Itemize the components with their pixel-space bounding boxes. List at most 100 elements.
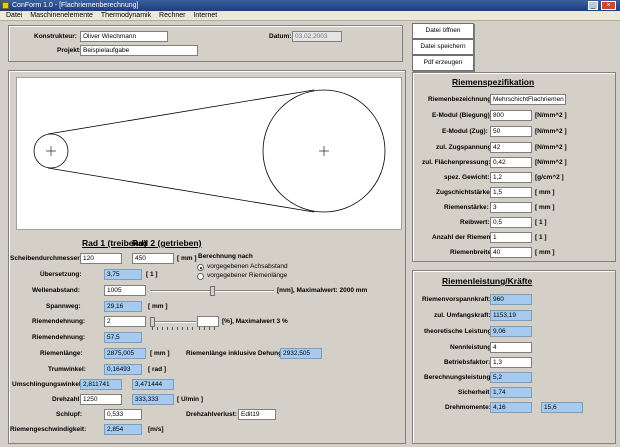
- anzahl-input[interactable]: 1: [490, 232, 532, 243]
- d-unit: [ mm ]: [177, 255, 197, 262]
- bezeichnung-input[interactable]: MehrschichtFlachriemen (: [490, 94, 566, 105]
- theor-value: 9,06: [490, 326, 532, 337]
- vorspann-value: 960: [490, 294, 532, 305]
- datum-input[interactable]: 03.02.2003: [292, 31, 342, 42]
- drehzahl-2: 333,333: [132, 394, 174, 405]
- close-button[interactable]: ×: [601, 1, 616, 10]
- berechnung-label: Berechnung nach: [198, 253, 253, 260]
- zugschicht-input[interactable]: 1,5: [490, 187, 532, 198]
- spannweg-unit: [ mm ]: [148, 303, 168, 310]
- nenn-input[interactable]: 4: [490, 342, 532, 353]
- riemendehnung-decimal[interactable]: [197, 316, 219, 327]
- flaechenpressung-unit: [N/mm^2 ]: [535, 159, 567, 166]
- gewicht-label: spez. Gewicht:: [444, 174, 490, 181]
- emodul-biegung-unit: [N/mm^2 ]: [535, 112, 567, 119]
- flaechenpressung-input[interactable]: 0,42: [490, 157, 532, 168]
- konstrukteur-input[interactable]: Oliver Wiechmann: [80, 31, 168, 42]
- drehzahl-1-input[interactable]: 1250: [80, 394, 122, 405]
- emodul-zug-unit: [N/mm^2 ]: [535, 128, 567, 135]
- rad2-header: Rad 2 (getrieben): [132, 238, 202, 248]
- emodul-zug-label: E-Modul (Zug):: [442, 128, 488, 135]
- drehmoment-label: Drehmomente:: [445, 404, 491, 411]
- gewicht-input[interactable]: 1,2: [490, 172, 532, 183]
- riemendehnung-label: Riemendehnung:: [32, 318, 86, 325]
- zugspannung-label: zul. Zugspannung:: [436, 144, 494, 151]
- d2-input[interactable]: 450: [132, 253, 174, 264]
- umfang-value: 1153,19: [490, 310, 532, 321]
- geschwindigkeit-label: Riemengeschwindigkeit:: [10, 426, 87, 433]
- drehzahl-unit: [ U/min ]: [177, 396, 203, 403]
- zugschicht-unit: [ mm ]: [535, 189, 555, 196]
- betrieb-input[interactable]: 1,3: [490, 357, 532, 368]
- radio-riemenlaenge-label: vorgegebener Riemenlänge: [207, 272, 288, 279]
- zugspannung-input[interactable]: 42: [490, 142, 532, 153]
- datum-label: Datum:: [269, 33, 292, 40]
- wellenabstand-label: Wellenabstand:: [32, 287, 80, 294]
- forces-title: Riemenleistung/Kräfte: [442, 276, 533, 286]
- riemendehnung-slider[interactable]: [150, 316, 196, 327]
- wellenabstand-slider[interactable]: [150, 285, 274, 296]
- breite-unit: [ mm ]: [535, 249, 555, 256]
- nenn-label: Nennleistung:: [450, 344, 494, 351]
- wellenabstand-unit: [mm], Maximalwert: 2000 mm: [277, 287, 368, 294]
- wellenabstand-input[interactable]: 1005: [104, 285, 146, 296]
- slider-thumb[interactable]: [210, 286, 215, 296]
- slider-ticks: [152, 327, 194, 330]
- projekt-input[interactable]: Beispielaufgabe: [80, 45, 198, 56]
- spannweg-value: 29,16: [104, 301, 142, 312]
- schlupf-input[interactable]: 0,533: [104, 409, 142, 420]
- riemenstaerke-label: Riemenstärke:: [444, 204, 489, 211]
- radio-achsabstand[interactable]: [197, 264, 204, 271]
- geschwindigkeit-value: 2,854: [104, 424, 142, 435]
- theor-label: theoretische Leistung:: [424, 328, 494, 335]
- umschlingung-2: 3,471444: [132, 379, 174, 390]
- umfang-label: zul. Umfangskraft:: [434, 312, 491, 319]
- menu-internet[interactable]: Internet: [193, 12, 217, 19]
- window-title: ConForm 1.0 - [Flachriemenberechnung]: [12, 2, 139, 9]
- menu-rechner[interactable]: Rechner: [159, 12, 185, 19]
- belt-drawing: [16, 77, 402, 230]
- uebersetzung-label: Übersetzung:: [40, 271, 82, 278]
- drehmoment-1: 4,16: [490, 402, 532, 413]
- belt-upper-strand: [47, 89, 315, 135]
- geschwindigkeit-unit: [m/s]: [148, 426, 164, 433]
- menu-bar: Datei Maschinenelemente Thermodynamik Re…: [0, 11, 620, 21]
- drehzahlverlust-label: Drehzahlverlust:: [186, 411, 237, 418]
- reibwert-label: Reibwert:: [460, 219, 490, 226]
- trumwinkel-value: 0,16493: [104, 364, 142, 375]
- sicherheit-value: 1,74: [490, 387, 532, 398]
- menu-maschinenelemente[interactable]: Maschinenelemente: [30, 12, 93, 19]
- menu-thermodynamik[interactable]: Thermodynamik: [101, 12, 151, 19]
- trumwinkel-label: Trumwinkel:: [48, 366, 86, 373]
- drehzahlverlust-input[interactable]: Edit19: [238, 409, 276, 420]
- riemenstaerke-input[interactable]: 3: [490, 202, 532, 213]
- slider-ticks-2: [199, 327, 217, 330]
- umschlingung-label: Umschlingungswinkel:: [12, 381, 83, 388]
- anzahl-label: Anzahl der Riemen:: [432, 234, 493, 241]
- flaechenpressung-label: zul. Flächenpressung:: [422, 159, 491, 166]
- breite-input[interactable]: 40: [490, 247, 532, 258]
- berech-value: 5,2: [490, 372, 532, 383]
- emodul-biegung-input[interactable]: 800: [490, 110, 532, 121]
- reibwert-input[interactable]: 0,5: [490, 217, 532, 228]
- minimize-button[interactable]: _: [588, 1, 598, 10]
- d1-input[interactable]: 120: [80, 253, 122, 264]
- emodul-zug-input[interactable]: 50: [490, 126, 532, 137]
- spannweg-label: Spannweg:: [46, 303, 81, 310]
- riemendehnung-unit: [%], Maximalwert 3 %: [222, 318, 288, 325]
- riemenlaenge-label: Riemenlänge:: [40, 350, 83, 357]
- radio-riemenlaenge[interactable]: [197, 273, 204, 280]
- save-file-button[interactable]: Datei speichern: [412, 39, 474, 55]
- uebersetzung-value: 3,75: [104, 269, 142, 280]
- menu-datei[interactable]: Datei: [6, 12, 22, 19]
- berech-label: Berechnungsleistung:: [424, 374, 493, 381]
- bezeichnung-label: Riemenbezeichnung:: [428, 96, 494, 103]
- riemendehnung-input[interactable]: 2: [104, 316, 146, 327]
- anzahl-unit: [ 1 ]: [535, 234, 547, 241]
- pdf-button[interactable]: Pdf erzeugen: [412, 55, 474, 71]
- header-panel: [8, 25, 403, 62]
- konstrukteur-label: Konstrukteur:: [34, 33, 77, 40]
- slider-thumb[interactable]: [150, 317, 155, 327]
- open-file-button[interactable]: Datei öffnen: [412, 23, 474, 39]
- schlupf-label: Schlupf:: [56, 411, 82, 418]
